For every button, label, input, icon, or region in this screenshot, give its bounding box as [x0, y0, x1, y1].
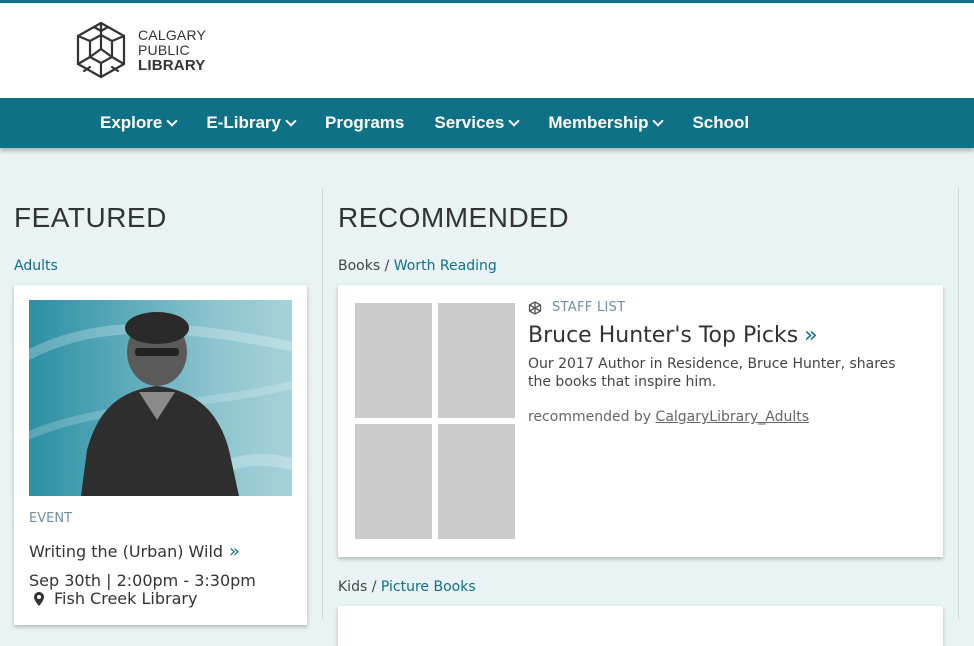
double-chevron-right-icon: »	[804, 323, 818, 348]
staff-list-description: Our 2017 Author in Residence, Bruce Hunt…	[528, 356, 896, 390]
chevron-down-icon	[508, 115, 520, 127]
staff-list-card[interactable]: STAFF LIST Bruce Hunter's Top Picks» Our…	[338, 285, 943, 557]
breadcrumb-picture-books[interactable]: Picture Books	[381, 579, 476, 595]
column-divider-right	[958, 188, 959, 619]
recommended-by-label: recommended by	[528, 409, 656, 425]
staff-list-kicker: STAFF LIST	[528, 300, 625, 315]
site-header: CALGARY PUBLIC LIBRARY	[0, 3, 974, 98]
breadcrumb-separator: /	[367, 579, 381, 595]
chevron-down-icon	[652, 115, 665, 127]
logo-wordmark: CALGARY PUBLIC LIBRARY	[138, 26, 207, 74]
column-divider	[322, 188, 323, 619]
nav-services-label: Services	[434, 113, 505, 132]
nav-membership[interactable]: Membership	[548, 113, 665, 133]
event-location-text: Fish Creek Library	[54, 589, 198, 608]
nav-e-library[interactable]: E-Library	[206, 113, 297, 133]
breadcrumb-parent: Kids	[338, 579, 368, 595]
staff-list-label: STAFF LIST	[552, 300, 626, 315]
nav-school[interactable]: School	[692, 113, 749, 133]
book-cover-placeholder[interactable]	[355, 303, 432, 418]
snowflake-hex-icon	[528, 300, 542, 315]
double-chevron-right-icon: »	[229, 541, 241, 562]
nav-programs-label: Programs	[325, 113, 405, 132]
featured-event-card[interactable]: EVENT Writing the (Urban) Wild » Sep 30th…	[14, 285, 307, 625]
featured-category-link[interactable]: Adults	[14, 258, 58, 274]
book-cover-placeholder[interactable]	[355, 424, 432, 539]
nav-explore-label: Explore	[100, 113, 163, 132]
staff-list-title[interactable]: Bruce Hunter's Top Picks»	[528, 323, 818, 348]
featured-category: Adults	[14, 258, 58, 274]
event-photo-art	[29, 312, 292, 496]
breadcrumb-separator: /	[380, 258, 394, 274]
kids-breadcrumb: Kids / Picture Books	[338, 579, 476, 595]
event-kicker: EVENT	[29, 511, 72, 526]
recommended-by: recommended by CalgaryLibrary_Adults	[528, 409, 809, 425]
nav-services[interactable]: Services	[434, 113, 520, 133]
nav-explore[interactable]: Explore	[100, 113, 179, 133]
breadcrumb-worth-reading[interactable]: Worth Reading	[394, 258, 497, 274]
map-pin-icon	[34, 591, 44, 606]
logo-line-calgary: CALGARY	[138, 26, 207, 43]
recommended-by-user-link[interactable]: CalgaryLibrary_Adults	[656, 409, 809, 425]
event-photo[interactable]	[29, 300, 292, 496]
picture-books-card[interactable]	[338, 606, 943, 646]
nav-e-library-label: E-Library	[206, 113, 281, 132]
library-logo[interactable]: CALGARY PUBLIC LIBRARY	[70, 19, 206, 81]
nav-programs[interactable]: Programs	[325, 113, 404, 133]
breadcrumb-parent: Books	[338, 258, 381, 274]
snowflake-hex-icon	[76, 21, 126, 79]
recommended-breadcrumb: Books / Worth Reading	[338, 258, 497, 274]
chevron-down-icon	[166, 115, 179, 127]
logo-line-library: LIBRARY	[138, 56, 206, 74]
logo-line-public: PUBLIC	[138, 41, 190, 58]
nav-school-label: School	[692, 113, 750, 132]
book-cover-placeholder[interactable]	[438, 303, 515, 418]
event-title-text: Writing the (Urban) Wild	[29, 542, 224, 561]
event-location: Fish Creek Library	[34, 589, 197, 608]
event-title[interactable]: Writing the (Urban) Wild »	[29, 541, 240, 562]
event-datetime: Sep 30th | 2:00pm - 3:30pm	[29, 571, 256, 590]
staff-list-title-text: Bruce Hunter's Top Picks	[528, 323, 799, 348]
main-nav: Explore E-Library Programs Services Memb…	[0, 98, 974, 148]
nav-membership-label: Membership	[548, 113, 649, 132]
recommended-heading: RECOMMENDED	[338, 202, 570, 233]
chevron-down-icon	[285, 115, 297, 127]
featured-heading: FEATURED	[14, 202, 167, 233]
book-cover-placeholder[interactable]	[438, 424, 515, 539]
